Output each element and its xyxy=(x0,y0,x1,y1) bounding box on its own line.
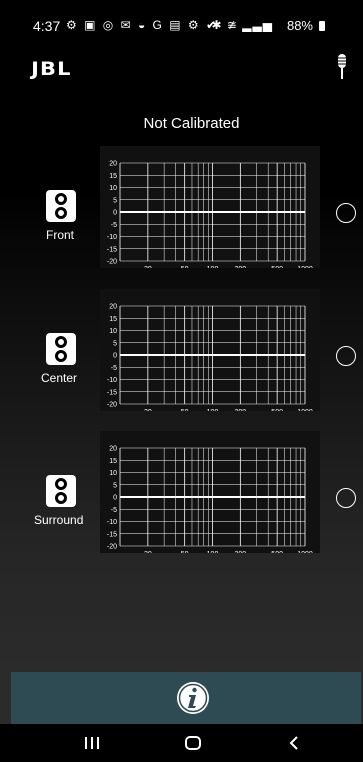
y-tick-label: -10 xyxy=(107,377,117,384)
y-tick-label: 0 xyxy=(113,353,117,360)
speaker-label-center: Center xyxy=(41,371,78,385)
back-icon[interactable] xyxy=(288,735,300,751)
frequency-graph-center: 20151050-5-10-15-2020501002005001000 xyxy=(100,289,320,417)
frequency-grid: 20151050-5-10-15-2020501002005001000 xyxy=(107,161,313,274)
frequency-grid: 20151050-5-10-15-2020501002005001000 xyxy=(107,304,313,417)
battery-percentage: 88% xyxy=(286,18,313,33)
x-tick-label: 1000 xyxy=(297,551,313,553)
y-tick-label: 20 xyxy=(109,304,117,311)
x-tick-label: 500 xyxy=(271,409,283,411)
y-tick-label: 15 xyxy=(109,458,117,465)
y-tick-label: -10 xyxy=(107,519,117,526)
x-tick-label: 20 xyxy=(144,551,152,553)
y-tick-label: 15 xyxy=(109,316,117,323)
x-tick-label: 500 xyxy=(271,266,283,268)
info-icon[interactable] xyxy=(175,680,211,716)
radio-button-center[interactable] xyxy=(336,346,356,366)
y-tick-label: -20 xyxy=(107,259,117,266)
y-tick-label: 0 xyxy=(113,210,117,217)
x-tick-label: 200 xyxy=(235,266,247,268)
x-tick-label: 100 xyxy=(207,551,219,553)
y-tick-label: -5 xyxy=(111,222,117,229)
x-tick-label: 1000 xyxy=(297,409,313,411)
status-bar: 4:37 ⚙ ▣ ◎ ✉ ◒ G ▤ ⚙ ✔ ✱ ≇ ▂▃▅ 88% xyxy=(0,0,363,40)
y-tick-label: -5 xyxy=(111,365,117,372)
home-icon[interactable] xyxy=(185,736,201,750)
y-tick-label: 10 xyxy=(109,328,117,335)
recent-apps-icon[interactable] xyxy=(84,736,100,750)
y-tick-label: 5 xyxy=(113,340,117,347)
speaker-row-center: Center 20151050-5-10-15-2020501002005001… xyxy=(0,289,363,417)
x-tick-label: 1000 xyxy=(297,266,313,268)
speaker-icon xyxy=(46,475,76,507)
y-tick-label: -20 xyxy=(107,544,117,551)
app-header: JBL xyxy=(0,44,363,94)
x-tick-label: 200 xyxy=(235,551,247,553)
frequency-graph-surround: 20151050-5-10-15-2020501002005001000 xyxy=(100,431,320,559)
radio-button-front[interactable] xyxy=(336,203,356,223)
battery-icon xyxy=(319,21,325,31)
y-tick-label: -5 xyxy=(111,507,117,514)
y-tick-label: 0 xyxy=(113,495,117,502)
x-tick-label: 20 xyxy=(144,409,152,411)
x-tick-label: 100 xyxy=(207,409,219,411)
y-tick-label: 5 xyxy=(113,197,117,204)
status-time: 4:37 xyxy=(33,18,61,34)
y-tick-label: -15 xyxy=(107,246,117,253)
y-tick-label: 20 xyxy=(109,446,117,453)
notification-icons: ⚙ ▣ ◎ ✉ ◒ G ▤ ⚙ ✔ xyxy=(66,18,219,32)
speaker-icon xyxy=(46,190,76,222)
frequency-graph-front: 20151050-5-10-15-2020501002005001000 xyxy=(100,146,320,274)
y-tick-label: -15 xyxy=(107,531,117,538)
y-tick-label: 10 xyxy=(109,470,117,477)
y-tick-label: 10 xyxy=(109,185,117,192)
bottom-bar xyxy=(11,672,361,724)
x-tick-label: 200 xyxy=(235,409,247,411)
speaker-label-front: Front xyxy=(46,228,75,242)
y-tick-label: -10 xyxy=(107,234,117,241)
x-tick-label: 20 xyxy=(144,266,152,268)
y-tick-label: -20 xyxy=(107,402,117,409)
x-tick-label: 50 xyxy=(181,551,189,553)
y-tick-label: 15 xyxy=(109,173,117,180)
frequency-grid: 20151050-5-10-15-2020501002005001000 xyxy=(107,446,313,559)
x-tick-label: 100 xyxy=(207,266,219,268)
speaker-label-surround: Surround xyxy=(34,513,84,527)
x-tick-label: 50 xyxy=(181,409,189,411)
connectivity-icons: ✱ ≇ ▂▃▅ xyxy=(211,18,273,32)
radio-button-surround[interactable] xyxy=(336,488,356,508)
y-tick-label: -15 xyxy=(107,389,117,396)
y-tick-label: 20 xyxy=(109,161,117,168)
x-tick-label: 50 xyxy=(181,266,189,268)
speaker-icon xyxy=(46,333,76,365)
x-tick-label: 500 xyxy=(271,551,283,553)
microphone-icon[interactable] xyxy=(335,54,349,80)
speaker-row-surround: Surround 20151050-5-10-15-20205010020050… xyxy=(0,431,363,559)
y-tick-label: 5 xyxy=(113,482,117,489)
calibration-status: Not Calibrated xyxy=(143,115,240,132)
speaker-row-front: Front 20151050-5-10-15-20205010020050010… xyxy=(0,146,363,274)
system-nav-bar xyxy=(0,724,363,762)
jbl-logo: JBL xyxy=(31,58,72,80)
